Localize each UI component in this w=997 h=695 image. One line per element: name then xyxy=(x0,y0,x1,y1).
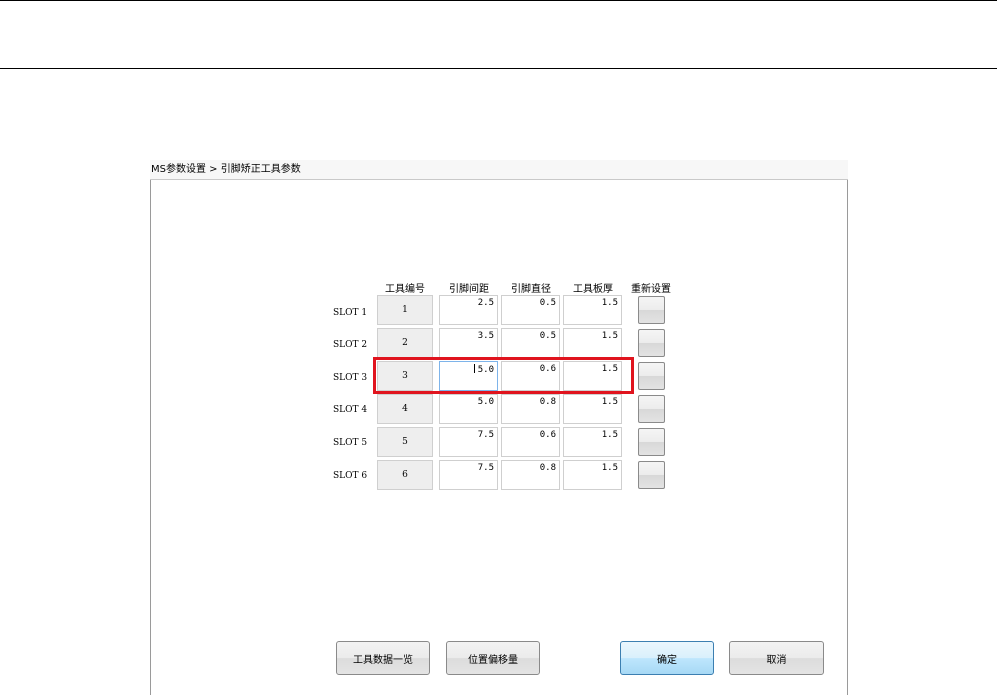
position-offset-button[interactable]: 位置偏移量 xyxy=(446,641,540,675)
tool-no-cell-5: 5 xyxy=(377,427,433,457)
slot-label-6: SLOT 6 xyxy=(333,471,368,481)
tool-no-cell-4: 4 xyxy=(377,394,433,424)
reset-button-3[interactable] xyxy=(638,362,665,390)
ok-button[interactable]: 确定 xyxy=(620,641,714,675)
header-pin-diameter: 引脚直径 xyxy=(511,284,551,295)
header-tool-no: 工具编号 xyxy=(385,284,425,295)
pitch-input-3[interactable]: 5.0 xyxy=(439,361,498,391)
reset-button-5[interactable] xyxy=(638,428,665,456)
pitch-input-4[interactable]: 5.0 xyxy=(439,394,498,424)
reset-button-6[interactable] xyxy=(638,461,665,489)
slot-label-3: SLOT 3 xyxy=(333,373,368,383)
window-title: MS参数设置 > 引脚矫正工具参数 xyxy=(150,160,848,180)
slot-label-1: SLOT 1 xyxy=(333,308,368,318)
pitch-input-6[interactable]: 7.5 xyxy=(439,460,498,490)
tool-no-cell-1: 1 xyxy=(377,295,433,325)
tool-list-button[interactable]: 工具数据一览 xyxy=(336,641,430,675)
slot-label-4: SLOT 4 xyxy=(333,405,368,415)
thickness-input-3[interactable]: 1.5 xyxy=(563,361,622,391)
diameter-input-3[interactable]: 0.6 xyxy=(501,361,560,391)
pitch-input-5[interactable]: 7.5 xyxy=(439,427,498,457)
window-client: 工具编号 引脚间距 引脚直径 工具板厚 重新设置 SLOT 1 1 2.5 0.… xyxy=(150,180,848,695)
pitch-input-3-value: 5.0 xyxy=(477,365,494,375)
reset-button-4[interactable] xyxy=(638,395,665,423)
slot-label-5: SLOT 5 xyxy=(333,438,368,448)
reset-button-1[interactable] xyxy=(638,296,665,324)
tool-no-cell-6: 6 xyxy=(377,460,433,490)
reset-button-2[interactable] xyxy=(638,329,665,357)
thickness-input-2[interactable]: 1.5 xyxy=(563,328,622,358)
thickness-input-1[interactable]: 1.5 xyxy=(563,295,622,325)
header-board-thickness: 工具板厚 xyxy=(573,284,613,295)
text-caret xyxy=(473,364,475,373)
diameter-input-2[interactable]: 0.5 xyxy=(501,328,560,358)
tool-no-cell-3: 3 xyxy=(377,361,433,391)
tool-no-cell-2: 2 xyxy=(377,328,433,358)
cancel-button[interactable]: 取消 xyxy=(729,641,824,675)
pitch-input-1[interactable]: 2.5 xyxy=(439,295,498,325)
diameter-input-5[interactable]: 0.6 xyxy=(501,427,560,457)
diameter-input-4[interactable]: 0.8 xyxy=(501,394,560,424)
thickness-input-6[interactable]: 1.5 xyxy=(563,460,622,490)
header-pin-pitch: 引脚间距 xyxy=(449,284,489,295)
slot-label-2: SLOT 2 xyxy=(333,340,368,350)
diameter-input-6[interactable]: 0.8 xyxy=(501,460,560,490)
header-reset: 重新设置 xyxy=(631,284,671,295)
settings-window: MS参数设置 > 引脚矫正工具参数 工具编号 引脚间距 引脚直径 工具板厚 重新… xyxy=(150,160,848,695)
thickness-input-4[interactable]: 1.5 xyxy=(563,394,622,424)
top-rule xyxy=(0,0,997,1)
pitch-input-2[interactable]: 3.5 xyxy=(439,328,498,358)
diameter-input-1[interactable]: 0.5 xyxy=(501,295,560,325)
header-rule xyxy=(0,68,997,69)
thickness-input-5[interactable]: 1.5 xyxy=(563,427,622,457)
